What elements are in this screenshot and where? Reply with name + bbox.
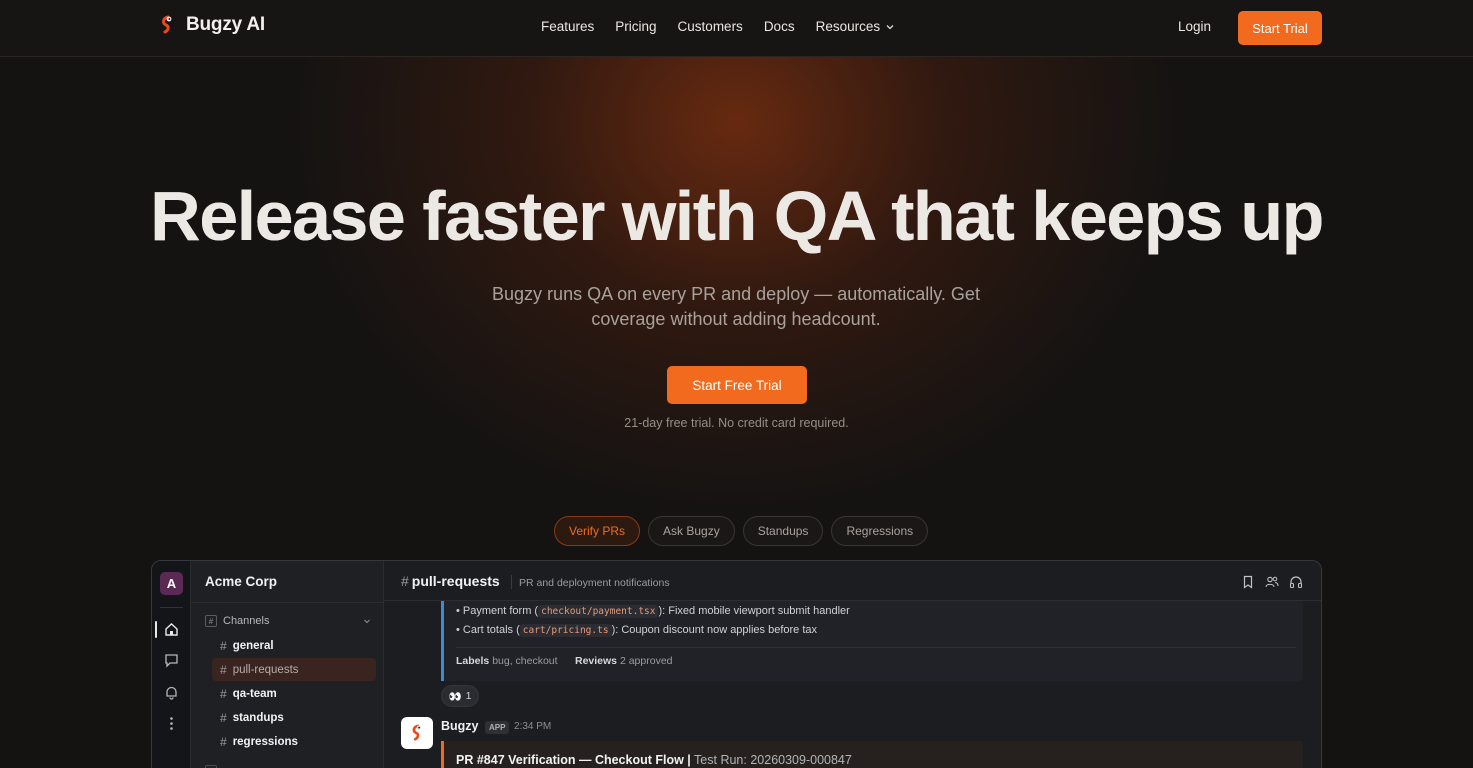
hash-box-icon: #	[205, 615, 217, 627]
channel-regressions[interactable]: # regressions	[212, 730, 376, 753]
file-path-code: checkout/payment.tsx	[538, 605, 659, 618]
nav-link-features[interactable]: Features	[541, 19, 594, 34]
verification-title-bold: PR #847 Verification — Checkout Flow |	[456, 753, 691, 767]
more-vertical-icon[interactable]	[163, 715, 180, 732]
reviews-meta: Reviews 2 approved	[575, 655, 673, 667]
channel-sidebar: Acme Corp # Channels # general # pull-requ…	[191, 561, 384, 768]
headphones-icon[interactable]	[1289, 575, 1303, 589]
bullet-text: ): Coupon discount now applies before ta…	[611, 624, 818, 636]
labels-value: bug, checkout	[492, 655, 558, 667]
nav-resources-label: Resources	[815, 19, 881, 34]
verification-title: PR #847 Verification — Checkout Flow | T…	[456, 753, 852, 767]
bot-name[interactable]: Bugzy	[441, 719, 479, 733]
hash-icon: #	[220, 662, 227, 677]
bell-icon[interactable]	[163, 684, 180, 701]
home-icon[interactable]	[163, 621, 180, 638]
channel-title-label: pull-requests	[411, 573, 500, 589]
workspace-avatar[interactable]: A	[160, 572, 183, 595]
workspace-rail: A	[152, 561, 191, 768]
channels-section-header[interactable]: # Channels	[205, 615, 371, 627]
reviews-value: 2 approved	[619, 655, 673, 667]
eyes-emoji-icon: 👀	[448, 690, 462, 703]
hero-glow	[236, 0, 1236, 560]
labels-key: Labels	[456, 655, 490, 667]
verification-card: PR #847 Verification — Checkout Flow | T…	[441, 741, 1303, 768]
nav-link-customers[interactable]: Customers	[678, 19, 743, 34]
hash-icon: #	[401, 573, 409, 589]
tab-verify-prs[interactable]: Verify PRs	[554, 516, 641, 546]
channel-label: qa-team	[232, 687, 277, 700]
reaction-eyes[interactable]: 👀 1	[441, 685, 479, 707]
channels-section-label: Channels	[223, 615, 270, 627]
bugzy-logo-icon	[162, 15, 172, 34]
rail-divider	[160, 607, 183, 608]
bot-avatar[interactable]	[401, 717, 433, 749]
chevron-down-icon	[364, 619, 370, 624]
hash-icon: #	[220, 686, 227, 701]
reaction-count: 1	[465, 690, 472, 702]
bullet-text: ): Fixed mobile viewport submit handler	[658, 605, 850, 617]
chat-app-preview: A Acme Corp # Channels # general # pull-re…	[151, 560, 1322, 768]
tab-regressions[interactable]: Regressions	[831, 516, 929, 546]
trial-note: 21-day free trial. No credit card requir…	[624, 416, 849, 430]
tab-ask-bugzy[interactable]: Ask Bugzy	[648, 516, 735, 546]
hero-subtitle: Bugzy runs QA on every PR and deploy — a…	[492, 284, 980, 329]
messages-icon[interactable]	[163, 652, 180, 669]
bugzy-logo-icon	[412, 724, 421, 741]
start-free-trial-button[interactable]: Start Free Trial	[667, 366, 807, 404]
bullet-text: • Payment form (	[456, 605, 539, 617]
channel-description: PR and deployment notifications	[519, 577, 670, 589]
nav-resources-dropdown[interactable]: Resources	[816, 19, 895, 34]
nav-links: Features Pricing Customers Docs Resource…	[541, 19, 894, 34]
channel-qa-team[interactable]: # qa-team	[212, 682, 376, 705]
labels-meta: Labels bug, checkout	[456, 655, 558, 667]
sidebar-divider	[191, 602, 384, 603]
change-bullet: • Cart totals (cart/pricing.ts): Coupon …	[456, 624, 818, 637]
channel-label: general	[232, 639, 274, 652]
members-icon[interactable]	[1265, 575, 1279, 589]
reviews-key: Reviews	[575, 655, 618, 667]
app-badge: APP	[485, 721, 510, 734]
channel-label: pull-requests	[232, 663, 299, 676]
top-navbar: Bugzy AI Features Pricing Customers Docs…	[0, 0, 1473, 57]
nav-link-docs[interactable]: Docs	[764, 19, 795, 34]
channel-general[interactable]: # general	[212, 634, 376, 657]
bullet-text: • Cart totals (	[456, 624, 520, 636]
start-trial-button[interactable]: Start Trial	[1238, 11, 1322, 45]
channel-header: # pull-requests PR and deployment notifi…	[384, 561, 1321, 601]
brand[interactable]: Bugzy AI	[158, 14, 265, 36]
hash-icon: #	[220, 710, 227, 725]
demo-tabs: Verify PRs Ask Bugzy Standups Regression…	[554, 516, 929, 546]
channel-label: regressions	[232, 735, 298, 748]
chevron-down-icon	[886, 24, 894, 29]
channel-standups[interactable]: # standups	[212, 706, 376, 729]
card-divider	[456, 647, 1296, 648]
pr-message-card: • Payment form (checkout/payment.tsx): F…	[441, 601, 1303, 681]
hash-icon: #	[220, 734, 227, 749]
channel-pull-requests[interactable]: # pull-requests	[212, 658, 376, 681]
nav-link-pricing[interactable]: Pricing	[615, 19, 656, 34]
bookmark-icon[interactable]	[1241, 575, 1255, 589]
change-bullet: • Payment form (checkout/payment.tsx): F…	[456, 605, 850, 618]
hero-title: Release faster with QA that keeps up	[0, 176, 1473, 256]
channel-title[interactable]: # pull-requests	[401, 573, 500, 589]
rail-active-indicator	[155, 621, 157, 638]
login-link[interactable]: Login	[1178, 19, 1211, 34]
file-path-code: cart/pricing.ts	[519, 624, 612, 637]
workspace-name[interactable]: Acme Corp	[205, 574, 277, 589]
channel-main: # pull-requests PR and deployment notifi…	[384, 561, 1321, 768]
channel-label: standups	[232, 711, 284, 724]
tab-standups[interactable]: Standups	[742, 516, 824, 546]
header-separator	[511, 575, 512, 589]
verification-title-rest: Test Run: 20260309-000847	[690, 753, 852, 767]
hash-icon: #	[220, 638, 227, 653]
brand-name: Bugzy AI	[186, 14, 265, 35]
message-timestamp[interactable]: 2:34 PM	[514, 721, 551, 732]
